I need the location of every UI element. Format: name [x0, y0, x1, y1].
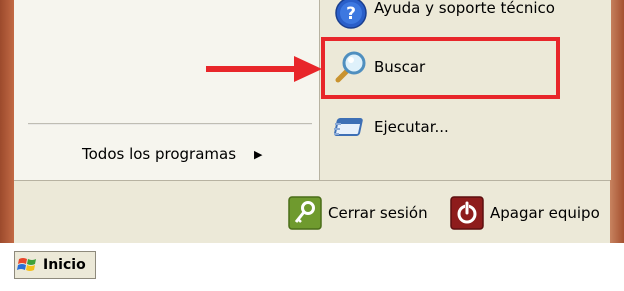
log-off-label: Cerrar sesión [328, 204, 428, 222]
chevron-right-icon: ▶ [254, 147, 263, 161]
run-icon [334, 110, 368, 144]
all-programs-label: Todos los programas [82, 145, 237, 163]
key-icon [288, 196, 322, 230]
start-button[interactable]: Inicio [14, 251, 96, 279]
arrow-right-icon [206, 56, 322, 82]
help-icon: ? [334, 0, 368, 30]
help-and-support-item[interactable]: ? Ayuda y soporte técnico [334, 0, 555, 30]
start-label: Inicio [43, 257, 86, 273]
shut-down-label: Apagar equipo [490, 204, 600, 222]
svg-text:?: ? [346, 4, 356, 24]
log-off-button[interactable]: Cerrar sesión [288, 196, 428, 230]
run-item[interactable]: Ejecutar... [334, 110, 449, 144]
all-programs-button[interactable]: Todos los programas ▶ [82, 143, 263, 165]
start-menu-left-pane: Todos los programas ▶ [14, 0, 319, 180]
search-highlight-box [321, 37, 560, 99]
desktop-background-right [610, 0, 624, 243]
shut-down-button[interactable]: Apagar equipo [450, 196, 600, 230]
all-programs-separator [28, 123, 312, 125]
start-menu-footer: Cerrar sesión Apagar equipo [14, 180, 610, 244]
run-label: Ejecutar... [374, 118, 449, 136]
windows-flag-icon [17, 258, 36, 271]
desktop-background-left [0, 0, 14, 243]
taskbar: Inicio [0, 243, 624, 291]
help-and-support-label: Ayuda y soporte técnico [374, 0, 555, 17]
power-icon [450, 196, 484, 230]
